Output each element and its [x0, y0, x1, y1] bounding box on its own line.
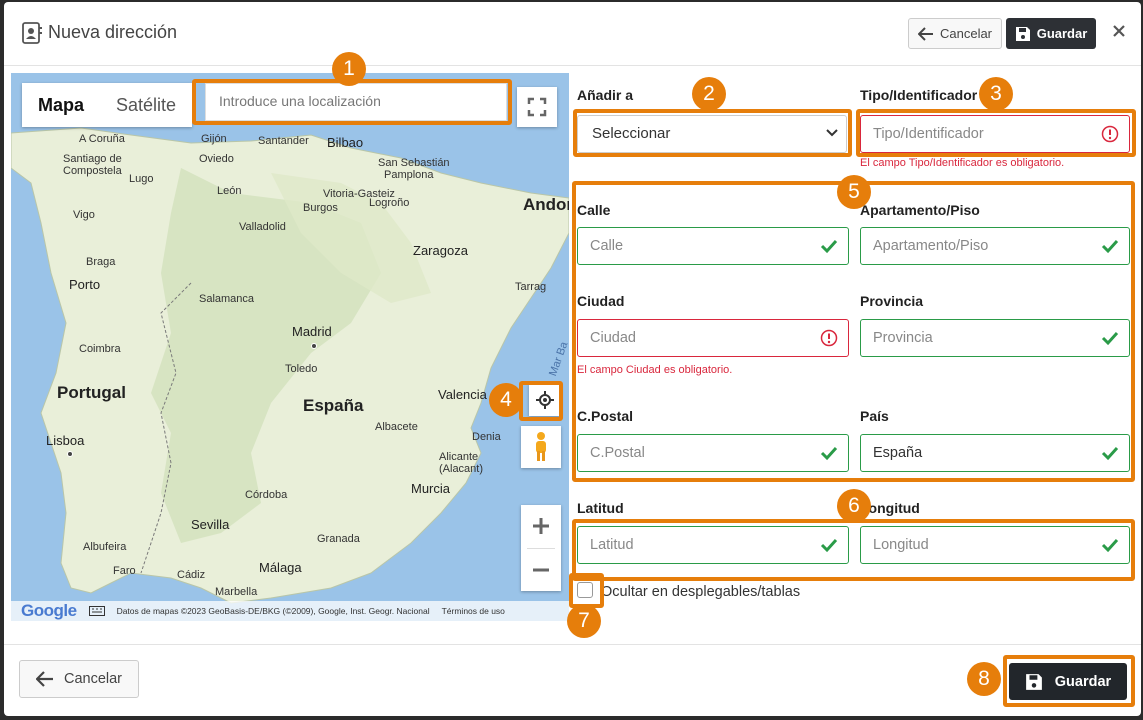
type-error-message: El campo Tipo/Identificador es obligator… [860, 157, 1065, 169]
city-label: León [217, 185, 242, 197]
city-label: Salamanca [199, 293, 255, 305]
header-cancel-label: Cancelar [939, 26, 993, 41]
arrow-left-icon [917, 26, 933, 41]
city-label: Lisboa [46, 433, 85, 448]
callout-badge-8: 8 [967, 662, 1001, 696]
latitude-label: Latitud [577, 500, 624, 516]
city-label: Murcia [411, 481, 451, 496]
city-label: Córdoba [245, 489, 288, 501]
minus-icon [533, 568, 549, 572]
city-label: Zaragoza [413, 243, 468, 258]
google-logo: Google [21, 601, 77, 620]
header-cancel-button[interactable]: Cancelar [908, 18, 1002, 49]
zoom-out-button[interactable] [521, 549, 561, 592]
map-type-tabs: Mapa Satélite [22, 83, 193, 127]
city-dot [67, 451, 73, 457]
modal-title: Nueva dirección [48, 22, 178, 42]
callout-badge-1: 1 [332, 52, 366, 86]
callout-badge-5: 5 [837, 175, 871, 209]
city-label: Cádiz [177, 569, 206, 581]
highlight-box-2 [573, 109, 852, 157]
highlight-box-1 [192, 79, 512, 125]
callout-badge-3: 3 [979, 77, 1013, 111]
highlight-box-7 [569, 573, 604, 608]
map-terms-link[interactable]: Términos de uso [442, 606, 505, 616]
save-icon [1015, 26, 1030, 41]
city-label: Vigo [73, 209, 95, 221]
city-label: Málaga [259, 560, 302, 575]
footer-cancel-label: Cancelar [63, 671, 123, 687]
city-label: Burgos [303, 202, 338, 214]
city-label: Lugo [129, 173, 154, 185]
city-dot [311, 343, 317, 349]
close-icon[interactable] [1112, 24, 1126, 38]
city-label: Denia [472, 431, 501, 443]
pegman-icon [536, 432, 546, 461]
city-label: Oviedo [199, 153, 234, 165]
country-label: Portugal [57, 383, 126, 402]
plus-icon [533, 518, 549, 534]
zoom-controls [521, 505, 561, 591]
city-label: Santander [258, 135, 309, 147]
city-label: Logroño [369, 197, 410, 209]
city-label: A Coruña [79, 133, 125, 145]
highlight-box-5 [572, 181, 1135, 482]
city-label: Pamplona [384, 169, 434, 181]
city-label: Granada [317, 533, 360, 545]
callout-badge-4: 4 [489, 383, 523, 417]
arrow-left-icon [35, 671, 53, 687]
city-label: Madrid [292, 324, 332, 339]
highlight-box-3 [856, 109, 1136, 157]
new-address-modal: Nueva dirección Cancelar Guardar Mapa Sa… [4, 2, 1141, 716]
highlight-box-6 [572, 519, 1135, 581]
zoom-in-button[interactable] [521, 505, 561, 548]
footer-cancel-button[interactable]: Cancelar [19, 660, 139, 698]
city-label: Valencia [438, 387, 487, 402]
modal-header: Nueva dirección Cancelar Guardar [4, 2, 1141, 66]
city-label: Braga [86, 256, 116, 268]
callout-badge-6: 6 [837, 489, 871, 523]
city-label: Bilbao [327, 135, 364, 150]
header-save-button[interactable]: Guardar [1006, 18, 1096, 49]
city-label: Valladolid [239, 221, 286, 233]
hide-in-dropdowns-label: Ocultar en desplegables/tablas [601, 584, 801, 600]
city-label: Marbella [215, 586, 258, 598]
city-label: Gijón [201, 133, 227, 145]
map-tab-mapa[interactable]: Mapa [22, 83, 100, 127]
fullscreen-icon [527, 97, 547, 117]
street-view-pegman[interactable] [521, 426, 561, 468]
city-label: San Sebastián [378, 157, 450, 169]
header-save-label: Guardar [1036, 26, 1088, 41]
add-to-label: Añadir a [577, 87, 634, 103]
highlight-box-4 [519, 381, 563, 421]
city-label: Toledo [285, 363, 318, 375]
city-label: Albacete [375, 421, 418, 433]
city-label: Porto [69, 277, 101, 292]
country-label: España [303, 396, 364, 415]
address-card-icon [22, 22, 42, 44]
map-attribution-bar: Google Datos de mapas ©2023 GeoBasis-DE/… [11, 601, 569, 621]
city-label: Sevilla [191, 517, 230, 532]
city-label: Coimbra [79, 343, 121, 355]
type-label: Tipo/Identificador [860, 87, 978, 103]
map-tab-satelite[interactable]: Satélite [100, 83, 192, 127]
city-label: Andor [523, 195, 569, 214]
map-attribution-text: Datos de mapas ©2023 GeoBasis-DE/BKG (©2… [116, 606, 430, 616]
city-label: Santiago de Compostela [63, 153, 122, 177]
highlight-box-8 [1003, 655, 1135, 707]
city-label: Faro [113, 565, 136, 577]
keyboard-icon[interactable] [88, 606, 105, 616]
city-label: Alicante (Alacant) [439, 451, 484, 475]
city-label: Tarrag [515, 281, 547, 293]
callout-badge-7: 7 [567, 604, 601, 638]
fullscreen-button[interactable] [517, 87, 557, 127]
map-view[interactable]: Mapa Satélite Introduce una localización… [11, 73, 569, 621]
city-label: Albufeira [83, 541, 127, 553]
callout-badge-2: 2 [692, 77, 726, 111]
